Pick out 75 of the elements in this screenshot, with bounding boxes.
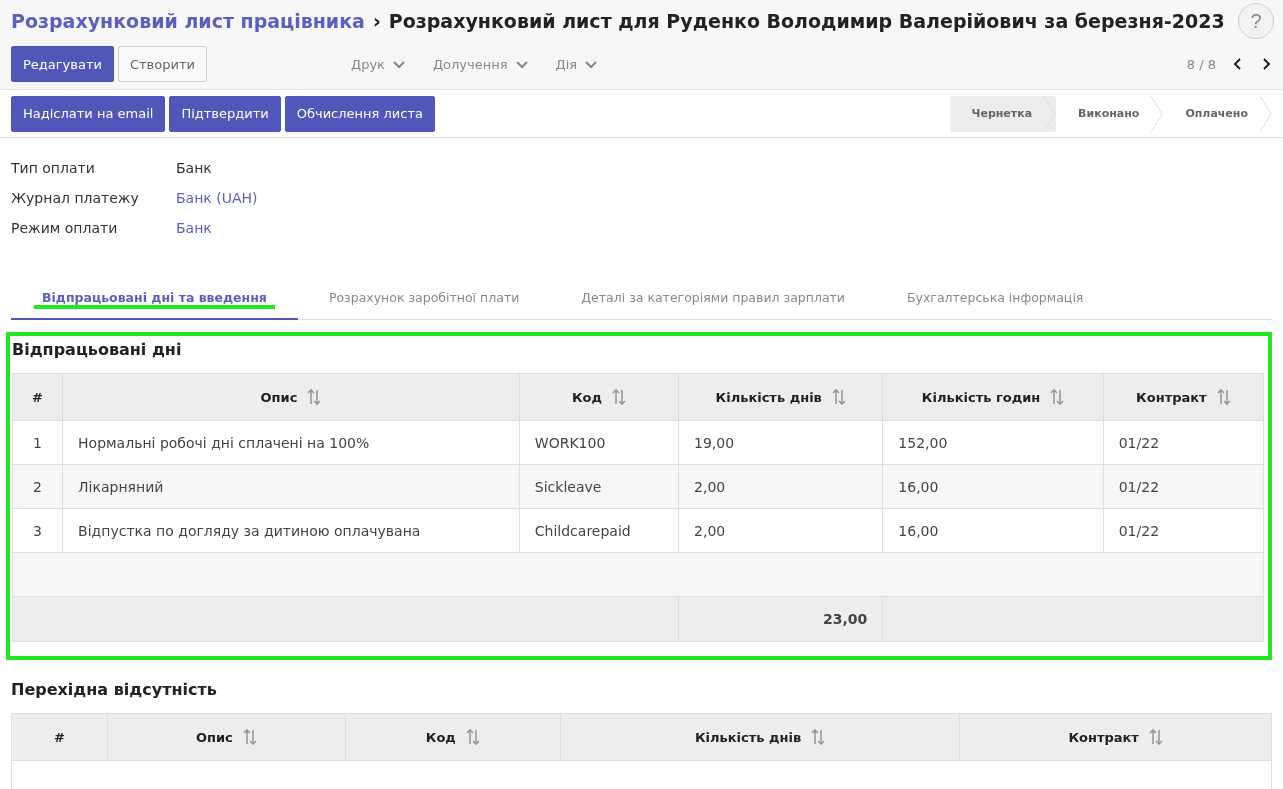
table-cell: Відпустка по догляду за дитиною оплачувана [62, 508, 520, 553]
pager-counter: 8 / 8 [1186, 56, 1216, 72]
chevron-down-icon [515, 58, 528, 70]
sort-icon[interactable] [465, 728, 480, 746]
chevron-divider-icon [1044, 95, 1057, 132]
column-header[interactable]: Контракт [959, 713, 1272, 761]
action-button[interactable]: Обчислення листа [284, 95, 435, 132]
tab[interactable]: Розрахунок заробітної плати [297, 280, 551, 320]
field-link[interactable]: Банк (UAH) [176, 190, 258, 206]
field-label: Режим оплати [11, 220, 119, 236]
table-cell: 2,00 [678, 508, 883, 553]
tab[interactable]: Деталі за категоріями правил зарплати [550, 280, 876, 320]
chevron-down-icon [392, 58, 405, 70]
column-header[interactable]: Кількість днів [678, 373, 883, 421]
tab[interactable]: Відпрацьовані дні та введення [11, 280, 298, 320]
chevron-down-icon [585, 58, 598, 70]
table-cell: 2,00 [678, 464, 883, 509]
status-stage[interactable]: Чернетка [949, 95, 1057, 132]
breadcrumb-separator: › [372, 10, 381, 32]
action-button[interactable]: Надіслати на email [11, 95, 166, 132]
table-cell: 152,00 [882, 420, 1104, 465]
chevron-divider-icon [1151, 95, 1164, 132]
dropdown-menu[interactable]: Долучення [432, 56, 528, 72]
column-header[interactable]: Контракт [1103, 373, 1264, 421]
sort-icon[interactable] [1050, 388, 1065, 406]
table-cell: Childcarepaid [519, 508, 679, 553]
field-label: Тип оплати [11, 160, 96, 176]
field-label: Журнал платежу [11, 190, 140, 206]
dropdown-menu[interactable]: Дія [555, 56, 598, 72]
section-title: Перехідна відсутність [11, 679, 218, 701]
secondary-button[interactable]: Створити [117, 46, 207, 82]
dropdown-menu[interactable]: Друк [350, 56, 405, 72]
sort-icon[interactable] [307, 388, 322, 406]
sort-icon[interactable] [611, 388, 626, 406]
chevron-left-icon [1232, 58, 1244, 70]
chevron-right-icon [1260, 58, 1272, 70]
table-cell: 19,00 [678, 420, 883, 465]
table-cell: 16,00 [882, 508, 1104, 553]
table-cell: 1 [12, 420, 63, 465]
breadcrumb-link[interactable]: Розрахунковий лист працівника [11, 10, 365, 32]
table-cell: 01/22 [1103, 508, 1264, 553]
help-button[interactable]: ? [1238, 3, 1274, 39]
tab[interactable]: Бухгалтерська інформація [875, 280, 1115, 320]
sort-icon[interactable] [242, 728, 257, 746]
previous-button[interactable] [1232, 58, 1244, 70]
table-cell: 01/22 [1103, 464, 1264, 509]
table-cell: WORK100 [519, 420, 679, 465]
section-title: Відпрацьовані дні [12, 339, 183, 361]
column-header[interactable]: Код [519, 373, 679, 421]
table-cell: 01/22 [1103, 420, 1264, 465]
page-title: Розрахунковий лист для Руденко Володимир Валерійович за березня-2023 [388, 10, 1225, 32]
column-header[interactable]: Кількість днів [560, 713, 960, 761]
chevron-divider-icon [1260, 95, 1272, 132]
column-header: # [11, 713, 108, 761]
sort-icon[interactable] [1148, 728, 1163, 746]
column-header: # [12, 373, 63, 421]
column-header[interactable]: Код [345, 713, 561, 761]
sort-icon[interactable] [811, 728, 826, 746]
table-cell: 3 [12, 508, 63, 553]
table-cell: Лікарняний [62, 464, 520, 509]
table-cell: 2 [12, 464, 63, 509]
field-link[interactable]: Банк [176, 220, 258, 236]
column-header[interactable]: Опис [62, 373, 520, 421]
total-cell: 23,00 [678, 596, 883, 642]
sort-icon[interactable] [831, 388, 846, 406]
sort-icon[interactable] [1216, 388, 1231, 406]
table-cell: Sickleave [519, 464, 679, 509]
field-value: Банк [176, 160, 213, 176]
column-header[interactable]: Опис [107, 713, 346, 761]
action-button[interactable]: Підтвердити [169, 95, 281, 132]
column-header[interactable]: Кількість годин [882, 373, 1104, 421]
primary-button[interactable]: Редагувати [11, 46, 114, 82]
next-button[interactable] [1260, 58, 1272, 70]
table-cell: 16,00 [882, 464, 1104, 509]
table-cell: Нормальні робочі дні сплачені на 100% [62, 420, 520, 465]
